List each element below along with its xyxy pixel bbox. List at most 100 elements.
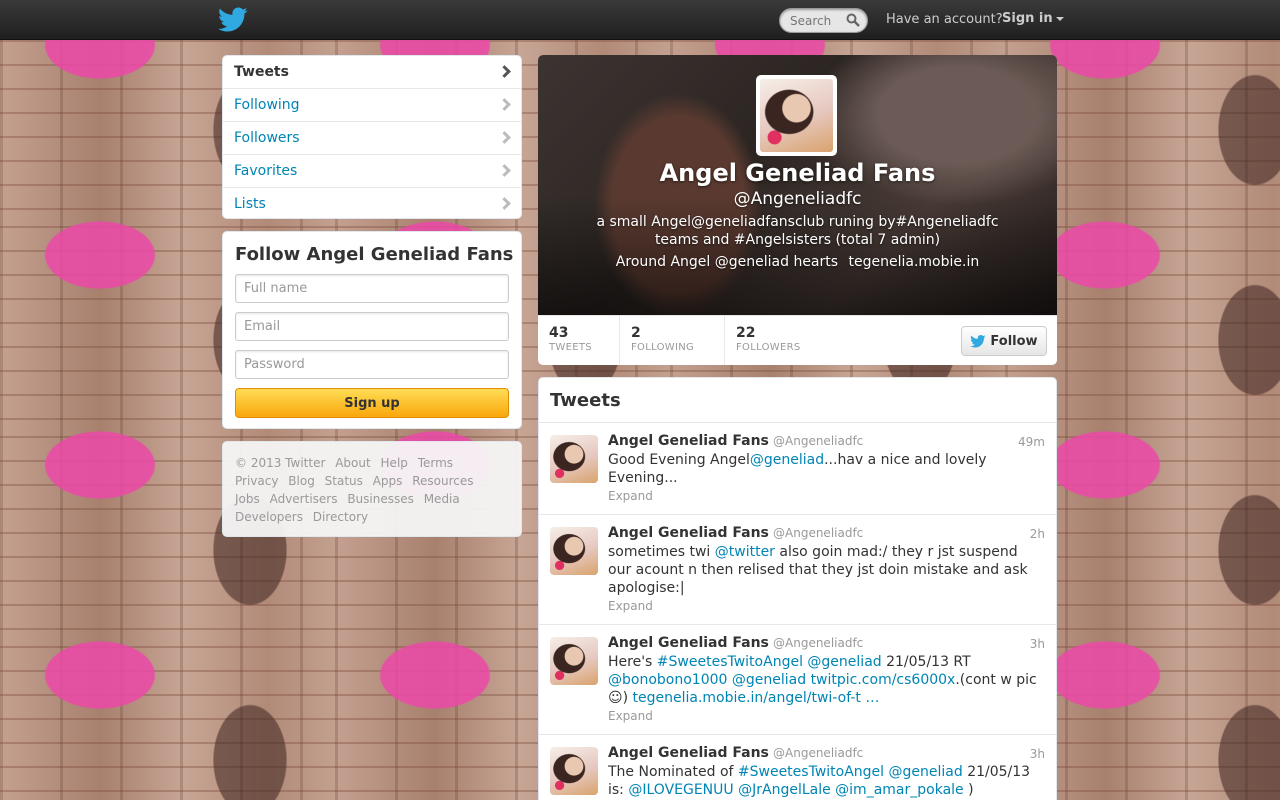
follow-button-label: Follow [990, 333, 1038, 349]
tweet-avatar[interactable] [550, 527, 598, 575]
tweet-link[interactable]: @bonobono1000 [608, 672, 727, 688]
footer-link-apps[interactable]: Apps [373, 474, 403, 488]
tweet-avatar[interactable] [550, 435, 598, 483]
tweet-timestamp[interactable]: 2h [1030, 527, 1045, 541]
follow-button[interactable]: Follow [961, 326, 1047, 356]
footer-link-about[interactable]: About [335, 456, 370, 470]
footer-link-businesses[interactable]: Businesses [347, 492, 414, 506]
top-bar: Have an account? Sign in [0, 0, 1280, 40]
chevron-right-icon [498, 131, 511, 144]
tweet-timestamp[interactable]: 49m [1018, 435, 1045, 449]
email-field[interactable] [235, 312, 509, 341]
footer-link-blog[interactable]: Blog [288, 474, 315, 488]
tweet-item[interactable]: Angel Geneliad Fans @Angeneliadfc 3h The N… [539, 735, 1056, 800]
footer-link-advertisers[interactable]: Advertisers [270, 492, 338, 506]
nav-item-label: Favorites [234, 163, 298, 179]
tweet-link[interactable]: twitpic.com/cs6000x [811, 672, 956, 688]
nav-item-following[interactable]: Following [223, 89, 521, 122]
tweet-link[interactable]: @geneliad [889, 764, 963, 780]
profile-avatar[interactable] [756, 75, 837, 156]
footer-link-privacy[interactable]: Privacy [235, 474, 278, 488]
footer-link-help[interactable]: Help [381, 456, 408, 470]
footer-link-terms[interactable]: Terms [418, 456, 453, 470]
twitter-bird-icon[interactable] [218, 6, 248, 34]
stat-tweets[interactable]: 43 TWEETS [538, 316, 620, 365]
tweet-text-segment: sometimes twi [608, 544, 715, 560]
tweet-header: Angel Geneliad Fans @Angeneliadfc [608, 433, 1044, 451]
tweet-list: Angel Geneliad Fans @Angeneliadfc 49m Good… [539, 423, 1056, 800]
tweet-header: Angel Geneliad Fans @Angeneliadfc [608, 745, 1044, 763]
nav-item-favorites[interactable]: Favorites [223, 155, 521, 188]
tweet-timestamp[interactable]: 3h [1030, 637, 1045, 651]
tweet-text: Here's #SweetesTwitoAngel @geneliad 21/0… [608, 653, 1044, 707]
tweet-screen-name[interactable]: @Angeneliadfc [773, 434, 863, 448]
profile-name: Angel Geneliad Fans [659, 159, 936, 187]
chevron-right-icon [498, 197, 511, 210]
tweet-link[interactable]: @geneliad [750, 452, 824, 468]
chevron-right-icon [498, 98, 511, 111]
stat-followers[interactable]: 22 FOLLOWERS [725, 316, 830, 365]
tweet-avatar[interactable] [550, 747, 598, 795]
nav-item-label: Lists [234, 196, 266, 212]
footer-link-media[interactable]: Media [424, 492, 460, 506]
footer-copyright: © 2013 Twitter [235, 456, 326, 470]
footer-link-developers[interactable]: Developers [235, 510, 303, 524]
full-name-field[interactable] [235, 274, 509, 303]
tweet-item[interactable]: Angel Geneliad Fans @Angeneliadfc 2h somet… [539, 515, 1056, 625]
nav-item-label: Following [234, 97, 300, 113]
stat-label: TWEETS [549, 342, 592, 353]
signup-module: Follow Angel Geneliad Fans Sign up [222, 231, 522, 429]
nav-item-tweets[interactable]: Tweets [223, 56, 521, 89]
tweet-screen-name[interactable]: @Angeneliadfc [773, 746, 863, 760]
tweet-link[interactable]: @JrAngelLale [738, 782, 831, 798]
search-input[interactable] [790, 12, 846, 30]
avatar-image [550, 527, 598, 575]
tweet-text-segment: 21/05/13 RT [881, 654, 971, 670]
footer-link-resources[interactable]: Resources [412, 474, 473, 488]
tweet-link[interactable]: @ILOVEGENUU [628, 782, 733, 798]
tweet-author-name[interactable]: Angel Geneliad Fans [608, 525, 769, 541]
tweet-expand-link[interactable]: Expand [608, 599, 1044, 613]
tweet-screen-name[interactable]: @Angeneliadfc [773, 636, 863, 650]
avatar-image [550, 435, 598, 483]
nav-item-followers[interactable]: Followers [223, 122, 521, 155]
chevron-right-icon [498, 65, 511, 78]
sign-up-button[interactable]: Sign up [235, 388, 509, 418]
footer-link-jobs[interactable]: Jobs [235, 492, 260, 506]
stat-number: 2 [631, 325, 641, 341]
tweet-item[interactable]: Angel Geneliad Fans @Angeneliadfc 3h Here'… [539, 625, 1056, 735]
profile-website-link[interactable]: tegenelia.mobie.in [849, 254, 980, 270]
stat-following[interactable]: 2 FOLLOWING [620, 316, 725, 365]
tweet-link[interactable]: @geneliad [732, 672, 806, 688]
tweet-expand-link[interactable]: Expand [608, 489, 1044, 503]
nav-item-lists[interactable]: Lists [223, 188, 521, 218]
tweet-avatar[interactable] [550, 637, 598, 685]
profile-nav: Tweets Following Followers Favorites Lis… [222, 55, 522, 219]
caret-down-icon [1055, 16, 1064, 21]
stat-label: FOLLOWING [631, 342, 695, 353]
tweet-text: Good Evening Angel@geneliad...hav a nice… [608, 451, 1044, 487]
search-icon[interactable] [846, 13, 860, 27]
footer-link-directory[interactable]: Directory [313, 510, 368, 524]
tweet-link[interactable]: @im_amar_pokale [835, 782, 963, 798]
have-account-text: Have an account? [886, 12, 1003, 27]
tweet-author-name[interactable]: Angel Geneliad Fans [608, 433, 769, 449]
profile-meta: Around Angel @geneliad hearts tegenelia.… [538, 254, 1057, 270]
tweet-author-name[interactable]: Angel Geneliad Fans [608, 635, 769, 651]
tweet-author-name[interactable]: Angel Geneliad Fans [608, 745, 769, 761]
password-field[interactable] [235, 350, 509, 379]
tweet-screen-name[interactable]: @Angeneliadfc [773, 526, 863, 540]
tweet-link[interactable]: #SweetesTwitoAngel [657, 654, 803, 670]
footer-link-status[interactable]: Status [325, 474, 363, 488]
profile-location: Around Angel @geneliad hearts [615, 254, 839, 270]
tweet-link[interactable]: @twitter [715, 544, 775, 560]
tweet-expand-link[interactable]: Expand [608, 709, 1044, 723]
tweet-link[interactable]: tegenelia.mobie.in/angel/twi-of-t … [633, 690, 880, 706]
tweet-item[interactable]: Angel Geneliad Fans @Angeneliadfc 49m Good… [539, 423, 1056, 515]
sign-in-button[interactable]: Sign in [1002, 11, 1064, 26]
tweet-link[interactable]: @geneliad [807, 654, 881, 670]
search-box [779, 8, 868, 33]
tweet-timestamp[interactable]: 3h [1030, 747, 1045, 761]
avatar-image [760, 79, 833, 152]
tweet-link[interactable]: #SweetesTwitoAngel [738, 764, 884, 780]
